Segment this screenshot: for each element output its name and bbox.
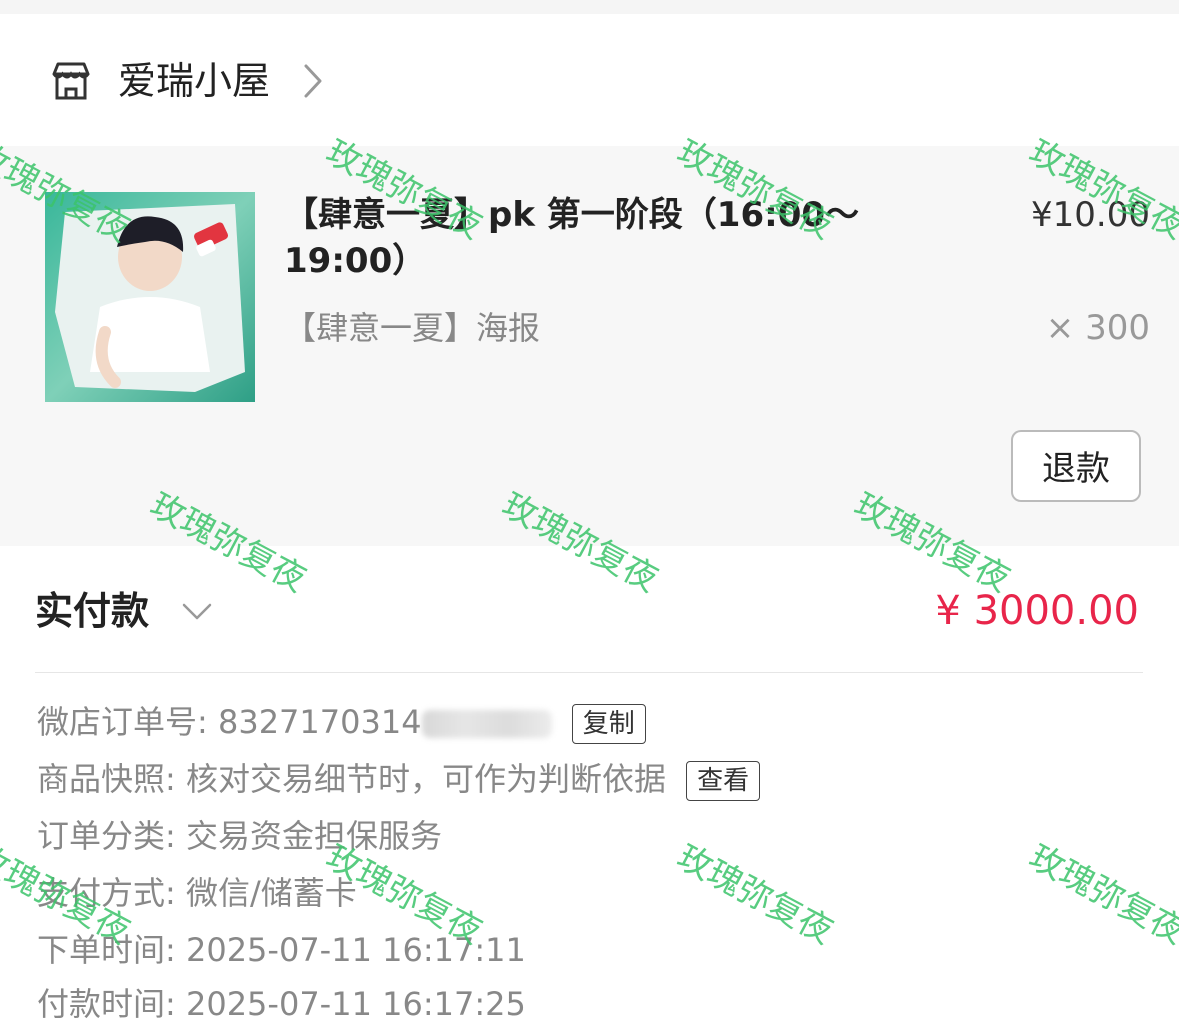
copy-button[interactable]: 复制 (571, 704, 646, 744)
item-title[interactable]: 【肆意一夏】pk 第一阶段（16:00～19:00） (284, 192, 864, 284)
refund-button[interactable]: 退款 (1011, 430, 1141, 502)
category-label: 订单分类: (37, 817, 176, 855)
item-price: ¥10.00 (1031, 195, 1150, 235)
order-number-value: 8327170314 (217, 703, 422, 741)
category-value: 交易资金担保服务 (185, 817, 442, 855)
snapshot-label: 商品快照: (37, 760, 176, 798)
top-strip (0, 0, 1179, 14)
order-number-label: 微店订单号: (37, 703, 208, 741)
product-image (45, 192, 255, 402)
order-time-label: 下单时间: (37, 931, 176, 969)
item-sku: 【肆意一夏】海报 (284, 309, 541, 347)
shop-name[interactable]: 爱瑞小屋 (118, 58, 270, 104)
order-time-value: 2025-07-11 16:17:11 (185, 931, 526, 969)
shop-header[interactable]: 爱瑞小屋 (0, 14, 1179, 146)
order-number-row: 微店订单号: 8327170314 复制 (37, 700, 646, 744)
order-time-row: 下单时间: 2025-07-11 16:17:11 (37, 928, 526, 972)
snapshot-value: 核对交易细节时，可作为判断依据 (185, 760, 666, 798)
snapshot-row: 商品快照: 核对交易细节时，可作为判断依据 查看 (37, 757, 761, 801)
view-snapshot-button[interactable]: 查看 (686, 761, 761, 801)
paid-label: 实付款 (35, 589, 150, 633)
paid-summary[interactable]: 实付款 ¥ 3000.00 (0, 546, 1179, 672)
pay-time-row: 付款时间: 2025-07-11 16:17:25 (37, 982, 526, 1026)
order-item[interactable]: 【肆意一夏】pk 第一阶段（16:00～19:00） ¥10.00 【肆意一夏】… (0, 146, 1179, 546)
pay-method-row: 支付方式: 微信/储蓄卡 (37, 871, 357, 915)
pay-method-label: 支付方式: (37, 874, 176, 912)
chevron-right-icon (304, 64, 322, 98)
category-row: 订单分类: 交易资金担保服务 (37, 814, 442, 858)
redacted-mask (421, 710, 552, 738)
product-thumbnail[interactable] (45, 192, 255, 402)
chevron-down-icon[interactable] (180, 596, 214, 626)
pay-time-value: 2025-07-11 16:17:25 (185, 985, 526, 1023)
watermark: 玫瑰弥复夜 (1022, 837, 1179, 953)
watermark: 玫瑰弥复夜 (670, 837, 840, 953)
divider (35, 672, 1143, 673)
pay-method-value: 微信/储蓄卡 (185, 874, 357, 912)
pay-time-label: 付款时间: (37, 985, 176, 1023)
paid-amount: ¥ 3000.00 (935, 588, 1139, 634)
item-quantity: × 300 (1045, 308, 1150, 348)
store-icon (52, 62, 90, 100)
